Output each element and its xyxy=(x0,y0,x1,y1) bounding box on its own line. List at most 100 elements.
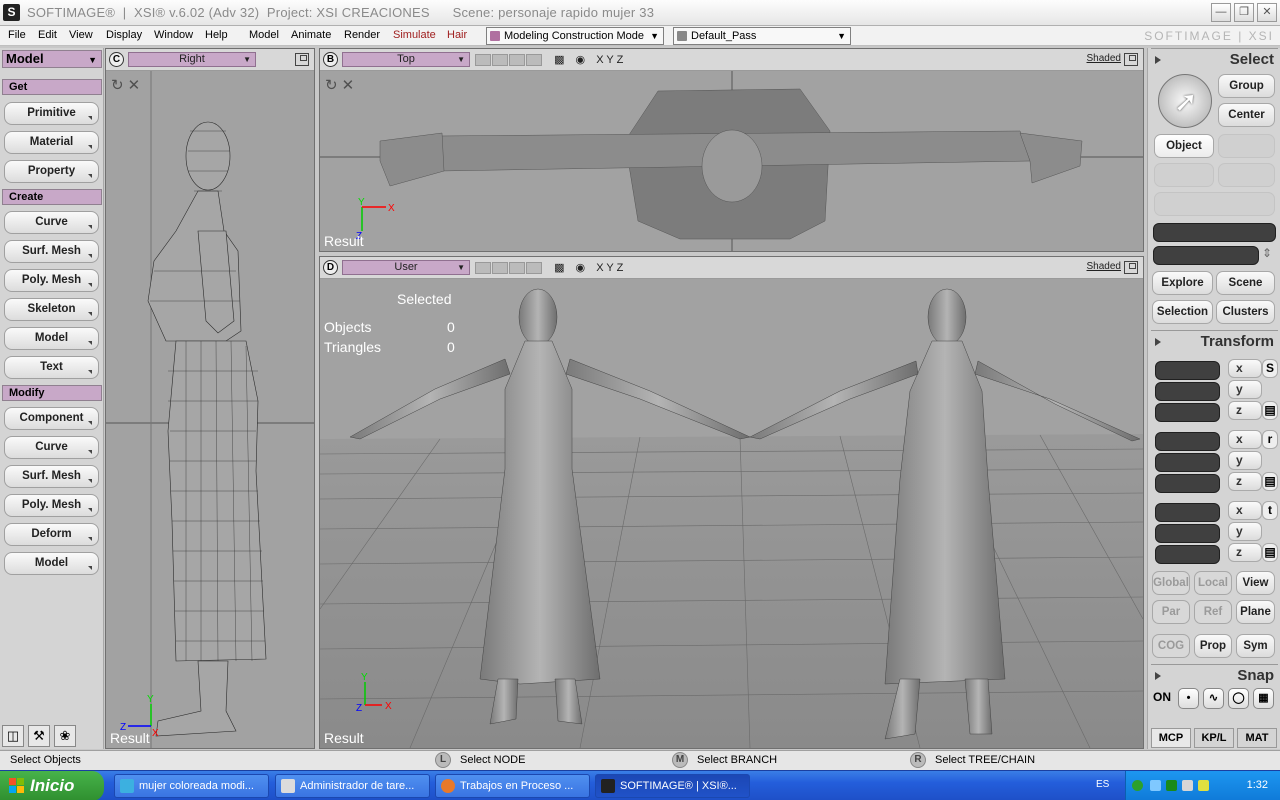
par-button[interactable]: Par xyxy=(1152,600,1190,624)
section-modify[interactable]: Modify xyxy=(2,385,102,401)
menu-render[interactable]: Render xyxy=(344,29,380,41)
objects-icon[interactable]: ◫ xyxy=(2,725,24,747)
select-arrow-button[interactable]: ➚ xyxy=(1158,74,1212,128)
prop-button[interactable]: Prop xyxy=(1194,634,1232,658)
speaker-icon[interactable] xyxy=(1182,780,1193,791)
rotate-x-field[interactable] xyxy=(1155,432,1220,451)
memo-slot[interactable] xyxy=(509,262,525,275)
green-status-icon[interactable] xyxy=(1166,780,1177,791)
render-pass-combo[interactable]: Default_Pass ▼ xyxy=(673,27,851,45)
language-indicator[interactable]: ES xyxy=(1096,779,1109,790)
ref-button[interactable]: Ref xyxy=(1194,600,1232,624)
rotate-lock-icon[interactable]: ▤ xyxy=(1262,472,1278,491)
task-image-editor[interactable]: mujer coloreada modi... xyxy=(114,774,269,798)
translate-mode-button[interactable]: t xyxy=(1262,501,1278,520)
snap-surface-icon[interactable]: ◯ xyxy=(1228,688,1249,709)
palette-icon[interactable]: ❀ xyxy=(54,725,76,747)
modify-model-button[interactable]: Model xyxy=(4,552,99,575)
tab-mat[interactable]: MAT xyxy=(1237,728,1277,748)
rotate-y-button[interactable]: y xyxy=(1228,451,1262,470)
scale-x-field[interactable] xyxy=(1155,361,1220,380)
viewport-d-display-mode[interactable]: Shaded xyxy=(1087,261,1121,272)
snap-curve-icon[interactable]: ∿ xyxy=(1203,688,1224,709)
empty-filter-slot[interactable] xyxy=(1154,163,1214,187)
translate-y-field[interactable] xyxy=(1155,524,1220,543)
selection-list-field[interactable] xyxy=(1153,246,1259,265)
section-get[interactable]: Get xyxy=(2,79,102,95)
viewport-d-canvas[interactable]: Y X Z Selected Objects 0 Triangles 0 Res… xyxy=(320,279,1143,748)
local-button[interactable]: Local xyxy=(1194,571,1232,595)
tab-kpl[interactable]: KP/L xyxy=(1194,728,1234,748)
create-curve-button[interactable]: Curve xyxy=(4,211,99,234)
scale-y-field[interactable] xyxy=(1155,382,1220,401)
rotate-x-button[interactable]: x xyxy=(1228,430,1262,449)
viewport-c-view-menu[interactable]: Right ▼ xyxy=(128,52,256,67)
menu-simulate[interactable]: Simulate xyxy=(393,29,436,41)
translate-z-button[interactable]: z xyxy=(1228,543,1262,562)
section-create[interactable]: Create xyxy=(2,189,102,205)
viewport-d-view-menu[interactable]: User ▼ xyxy=(342,260,470,275)
snap-point-icon[interactable]: • xyxy=(1178,688,1199,709)
snap-panel-header[interactable]: Snap xyxy=(1151,664,1278,686)
start-button[interactable]: Inicio xyxy=(0,771,104,800)
menu-window[interactable]: Window xyxy=(154,29,193,41)
viewport-c[interactable]: C Right ▼ Y Z X ↻✕ Result xyxy=(105,48,315,749)
camera-icon[interactable]: ▩ xyxy=(554,262,564,274)
rotate-mode-button[interactable]: r xyxy=(1262,430,1278,449)
scale-mode-button[interactable]: S xyxy=(1262,359,1278,378)
global-button[interactable]: Global xyxy=(1152,571,1190,595)
menu-hair[interactable]: Hair xyxy=(447,29,467,41)
viewport-b-view-menu[interactable]: Top ▼ xyxy=(342,52,470,67)
close-button[interactable]: ✕ xyxy=(1257,3,1277,22)
create-text-button[interactable]: Text xyxy=(4,356,99,379)
rotate-y-field[interactable] xyxy=(1155,453,1220,472)
view-button[interactable]: View xyxy=(1236,571,1275,595)
refresh-icon[interactable]: ↻ xyxy=(325,77,342,94)
scale-y-button[interactable]: y xyxy=(1228,380,1262,399)
close-icon[interactable]: ✕ xyxy=(128,77,145,94)
get-material-button[interactable]: Material xyxy=(4,131,99,154)
maximize-button[interactable]: ❐ xyxy=(1234,3,1254,22)
menu-display[interactable]: Display xyxy=(106,29,142,41)
empty-filter-slot[interactable] xyxy=(1218,163,1275,187)
memo-slot[interactable] xyxy=(475,262,491,275)
memo-slot[interactable] xyxy=(526,262,542,275)
translate-z-field[interactable] xyxy=(1155,545,1220,564)
translate-x-field[interactable] xyxy=(1155,503,1220,522)
create-skeleton-button[interactable]: Skeleton xyxy=(4,298,99,321)
menu-help[interactable]: Help xyxy=(205,29,228,41)
tray-app-icon[interactable] xyxy=(1198,780,1209,791)
object-button[interactable]: Object xyxy=(1154,134,1214,158)
modify-poly-mesh-button[interactable]: Poly. Mesh xyxy=(4,494,99,517)
menu-animate[interactable]: Animate xyxy=(291,29,331,41)
construction-mode-combo[interactable]: Modeling Construction Mode ▼ xyxy=(486,27,664,45)
tab-mcp[interactable]: MCP xyxy=(1151,728,1191,748)
maximize-viewport-icon[interactable] xyxy=(1124,261,1138,274)
menu-view[interactable]: View xyxy=(69,29,93,41)
eye-icon[interactable]: ◉ xyxy=(576,262,586,274)
memo-slot[interactable] xyxy=(509,54,525,67)
back-arrow-icon[interactable] xyxy=(1132,780,1143,791)
task-firefox[interactable]: Trabajos en Proceso ... xyxy=(435,774,590,798)
rotate-z-field[interactable] xyxy=(1155,474,1220,493)
refresh-icon[interactable]: ↻ xyxy=(111,77,128,94)
translate-lock-icon[interactable]: ▤ xyxy=(1262,543,1278,562)
clusters-button[interactable]: Clusters xyxy=(1216,300,1275,324)
translate-y-button[interactable]: y xyxy=(1228,522,1262,541)
scale-lock-icon[interactable]: ▤ xyxy=(1262,401,1278,420)
explore-button[interactable]: Explore xyxy=(1152,271,1213,295)
close-icon[interactable]: ✕ xyxy=(342,77,359,94)
group-button[interactable]: Group xyxy=(1218,74,1275,98)
modify-curve-button[interactable]: Curve xyxy=(4,436,99,459)
viewport-b-letter[interactable]: B xyxy=(323,52,338,67)
snap-grid-icon[interactable]: ▦ xyxy=(1253,688,1274,709)
translate-x-button[interactable]: x xyxy=(1228,501,1262,520)
maximize-viewport-icon[interactable] xyxy=(1124,53,1138,66)
modify-surf-mesh-button[interactable]: Surf. Mesh xyxy=(4,465,99,488)
empty-filter-slot[interactable] xyxy=(1218,134,1275,158)
cog-button[interactable]: COG xyxy=(1152,634,1190,658)
menu-edit[interactable]: Edit xyxy=(38,29,57,41)
module-selector[interactable]: Model ▼ xyxy=(2,50,102,68)
menu-file[interactable]: File xyxy=(8,29,26,41)
task-softimage[interactable]: SOFTIMAGE® | XSI®... xyxy=(595,774,750,798)
